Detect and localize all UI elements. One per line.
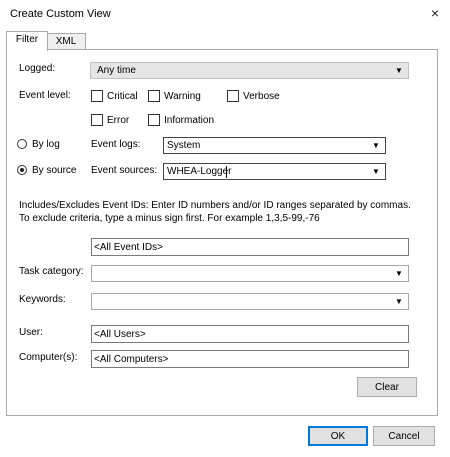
radio-selected-dot [20, 168, 24, 172]
chevron-down-icon: ▼ [372, 141, 380, 150]
ok-button[interactable]: OK [308, 426, 368, 446]
user-input[interactable]: <All Users> [91, 325, 409, 343]
information-checkbox[interactable] [148, 114, 160, 126]
warning-checkbox[interactable] [148, 90, 160, 102]
chevron-down-icon: ▼ [395, 297, 403, 306]
event-level-label: Event level: [19, 90, 71, 101]
text-caret [226, 166, 227, 178]
computer-input[interactable]: <All Computers> [91, 350, 409, 368]
user-label: User: [19, 327, 43, 338]
keywords-label: Keywords: [19, 294, 66, 305]
task-category-dropdown[interactable]: ▼ [91, 265, 409, 282]
tab-filter[interactable]: Filter [6, 31, 48, 51]
cancel-button[interactable]: Cancel [373, 426, 435, 446]
logged-label: Logged: [19, 63, 56, 74]
close-icon[interactable]: × [424, 2, 446, 24]
critical-label: Critical [107, 91, 138, 102]
verbose-label: Verbose [243, 91, 280, 102]
by-log-radio[interactable] [17, 139, 27, 149]
event-logs-label: Event logs: [91, 139, 141, 150]
by-source-label: By source [32, 165, 77, 176]
error-label: Error [107, 115, 130, 126]
dialog-title: Create Custom View [10, 8, 111, 20]
error-checkbox[interactable] [91, 114, 103, 126]
information-label: Information [164, 115, 215, 126]
chevron-down-icon: ▼ [372, 167, 380, 176]
logged-dropdown[interactable]: Any time ▼ [90, 62, 409, 79]
event-sources-dropdown[interactable]: WHEA-Logger ▼ [163, 163, 386, 180]
event-logs-value: System [167, 140, 201, 151]
keywords-dropdown[interactable]: ▼ [91, 293, 409, 310]
event-sources-label: Event sources: [91, 165, 158, 176]
chevron-down-icon: ▼ [395, 66, 403, 75]
by-log-label: By log [32, 139, 60, 150]
event-sources-value: WHEA-Logger [167, 166, 232, 177]
tab-xml[interactable]: XML [46, 33, 86, 50]
chevron-down-icon: ▼ [395, 269, 403, 278]
logged-value: Any time [97, 65, 136, 76]
event-ids-input[interactable]: <All Event IDs> [91, 238, 409, 256]
event-logs-dropdown[interactable]: System ▼ [163, 137, 386, 154]
by-source-radio[interactable] [17, 165, 27, 175]
computer-label: Computer(s): [19, 352, 78, 363]
clear-button[interactable]: Clear [357, 377, 417, 397]
task-category-label: Task category: [19, 266, 84, 277]
warning-label: Warning [164, 91, 201, 102]
event-ids-help: Includes/Excludes Event IDs: Enter ID nu… [19, 200, 411, 224]
critical-checkbox[interactable] [91, 90, 103, 102]
verbose-checkbox[interactable] [227, 90, 239, 102]
